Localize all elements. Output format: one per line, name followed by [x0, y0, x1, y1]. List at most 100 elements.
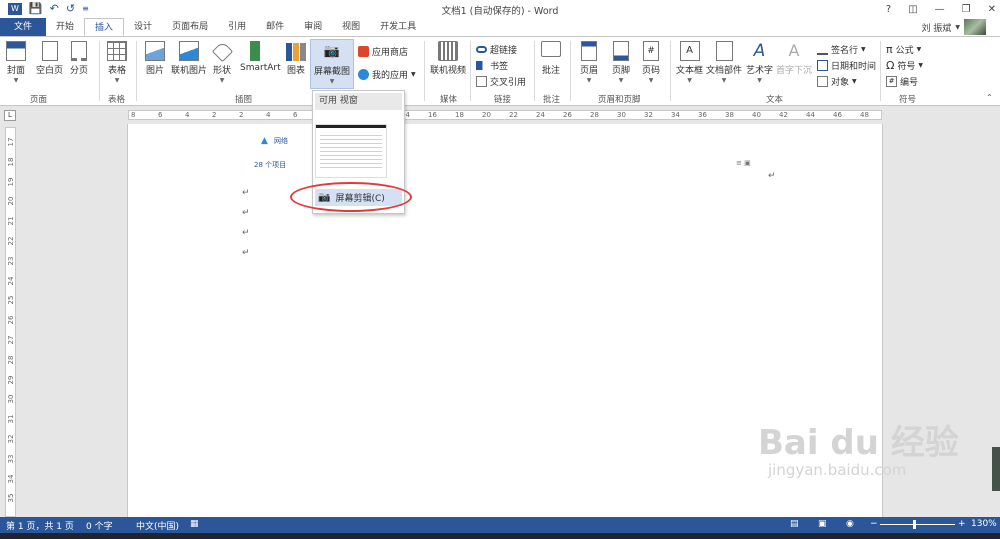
read-mode-icon[interactable]: ▤ — [790, 519, 799, 529]
page-break-button[interactable]: 分页 — [70, 41, 88, 76]
group-illustrations-label: 插图 — [235, 95, 253, 105]
table-button[interactable]: 表格 ▼ — [107, 41, 127, 84]
ruler-number: 48 — [860, 111, 869, 119]
paragraph-mark: ↵ — [242, 188, 250, 198]
minimize-icon[interactable]: — — [935, 4, 945, 15]
online-pictures-button[interactable]: 联机图片 — [171, 41, 207, 76]
zoom-in-icon[interactable]: + — [958, 519, 966, 529]
quick-parts-button[interactable]: 文档部件 ▼ — [706, 41, 742, 84]
help-icon[interactable]: ? — [886, 4, 891, 15]
ruler-number: 6 — [293, 111, 298, 119]
web-layout-icon[interactable]: ◉ — [846, 519, 854, 529]
print-layout-icon[interactable]: ▣ — [818, 519, 827, 529]
equation-button[interactable]: π 公式 ▼ — [886, 43, 921, 56]
page-count[interactable]: 第 1 页，共 1 页 — [6, 519, 74, 532]
ruler-number: 27 — [7, 335, 15, 345]
shapes-button[interactable]: 形状 ▼ — [211, 40, 233, 84]
ruler-number: 4 — [185, 111, 190, 119]
window-thumbnail[interactable] — [315, 124, 387, 178]
paragraph-mark: ↵ — [768, 171, 776, 181]
chevron-down-icon: ▼ — [955, 23, 960, 31]
restore-icon[interactable]: ❐ — [962, 4, 971, 15]
comment-button[interactable]: 批注 — [541, 41, 561, 76]
number-button[interactable]: # 编号 — [886, 75, 918, 88]
date-time-button[interactable]: 日期和时间 — [817, 59, 876, 72]
dropcap-icon: A — [788, 41, 800, 60]
cover-page-icon — [6, 41, 26, 61]
watermark-url: jingyan.baidu.com — [768, 461, 907, 479]
textbox-button[interactable]: A 文本框 ▼ — [676, 41, 703, 84]
blank-page-button[interactable]: 空白页 — [36, 41, 63, 76]
number-icon: # — [886, 76, 897, 87]
window-title: 文档1 (自动保存的) - Word — [441, 6, 559, 17]
zoom-slider[interactable] — [880, 524, 955, 525]
cross-reference-button[interactable]: 交叉引用 — [476, 75, 526, 88]
my-apps-icon — [358, 69, 369, 80]
ruler-number: 24 — [7, 276, 15, 286]
tab-design[interactable]: 设计 — [124, 18, 162, 36]
cross-reference-icon — [476, 76, 487, 87]
my-apps-button[interactable]: 我的应用 ▼ — [358, 68, 416, 81]
hyperlink-button[interactable]: 超链接 — [476, 43, 517, 56]
zoom-level[interactable]: 130% — [971, 519, 997, 529]
thumbnail-titlebar — [316, 125, 386, 128]
tab-insert[interactable]: 插入 — [84, 18, 125, 36]
ruler-number: 42 — [779, 111, 788, 119]
online-video-button[interactable]: 联机视频 — [430, 41, 466, 76]
status-bar: 第 1 页，共 1 页 0 个字 中文(中国) ▦ ▤ ▣ ◉ − + 130% — [0, 517, 1000, 533]
ruler-number: 26 — [563, 111, 572, 119]
tab-selector-icon[interactable]: L — [4, 110, 16, 121]
ruler-number: 20 — [7, 196, 15, 206]
close-icon[interactable]: ✕ — [988, 4, 996, 15]
tab-home[interactable]: 开始 — [46, 18, 84, 36]
screenshot-button[interactable]: 📷 屏幕截图 ▼ — [310, 39, 355, 89]
symbol-button[interactable]: Ω 符号 ▼ — [886, 59, 923, 72]
ruler-number: 18 — [455, 111, 464, 119]
chart-button[interactable]: 图表 — [286, 41, 306, 76]
store-button[interactable]: 应用商店 — [358, 45, 408, 58]
ruler-number: 32 — [644, 111, 653, 119]
tab-file[interactable]: 文件 — [0, 18, 47, 36]
ruler-number: 16 — [428, 111, 437, 119]
page-number-button[interactable]: # 页码 ▼ — [642, 41, 660, 84]
ribbon-display-icon[interactable]: ◫ — [908, 4, 917, 15]
horizontal-ruler[interactable]: 8642246810121416182022242628303234363840… — [128, 110, 882, 120]
ruler-number: 18 — [7, 157, 15, 167]
zoom-thumb[interactable] — [913, 520, 916, 529]
tab-layout[interactable]: 页面布局 — [162, 18, 218, 36]
group-divider — [424, 41, 425, 101]
header-button[interactable]: 页眉 ▼ — [580, 41, 598, 84]
tab-developer[interactable]: 开发工具 — [370, 18, 426, 36]
wordart-button[interactable]: A 艺术字 ▼ — [746, 41, 773, 84]
signature-line-button[interactable]: 签名行 ▼ — [817, 43, 866, 56]
user-account[interactable]: 刘 振斌 ▼ — [922, 18, 986, 36]
vertical-ruler[interactable]: 17 18 19 20 21 22 23 24 25 26 27 28 29 30 31 32 33 34 35 — [5, 127, 16, 517]
tab-mailings[interactable]: 邮件 — [256, 18, 294, 36]
ruler-number: 2 — [239, 111, 244, 119]
language[interactable]: 中文(中国) — [136, 519, 179, 532]
page-number-icon: # — [643, 41, 659, 61]
macro-icon[interactable]: ▦ — [190, 519, 199, 529]
tab-view[interactable]: 视图 — [332, 18, 370, 36]
hyperlink-icon — [476, 46, 487, 53]
zoom-out-icon[interactable]: − — [870, 519, 878, 529]
dropcap-button[interactable]: A 首字下沉 — [776, 41, 812, 76]
bookmark-icon — [476, 61, 487, 70]
pictures-button[interactable]: 图片 — [145, 41, 165, 76]
items-count: 28 个项目 — [254, 161, 287, 169]
footer-button[interactable]: 页脚 ▼ — [612, 41, 630, 84]
ruler-number: 17 — [7, 137, 15, 147]
shapes-icon — [211, 40, 233, 63]
collapse-ribbon-icon[interactable]: ⌃ — [986, 93, 993, 102]
ruler-number: 38 — [725, 111, 734, 119]
cover-page-button[interactable]: 封面 ▼ — [6, 41, 26, 84]
tab-review[interactable]: 审阅 — [294, 18, 332, 36]
group-links-label: 链接 — [494, 95, 512, 105]
ruler-number: 30 — [617, 111, 626, 119]
tab-references[interactable]: 引用 — [218, 18, 256, 36]
object-button[interactable]: 对象 ▼ — [817, 75, 857, 88]
word-count[interactable]: 0 个字 — [86, 519, 113, 532]
smartart-button[interactable]: SmartArt — [240, 41, 281, 73]
bookmark-button[interactable]: 书签 — [476, 59, 508, 72]
signature-line-icon — [817, 44, 828, 55]
